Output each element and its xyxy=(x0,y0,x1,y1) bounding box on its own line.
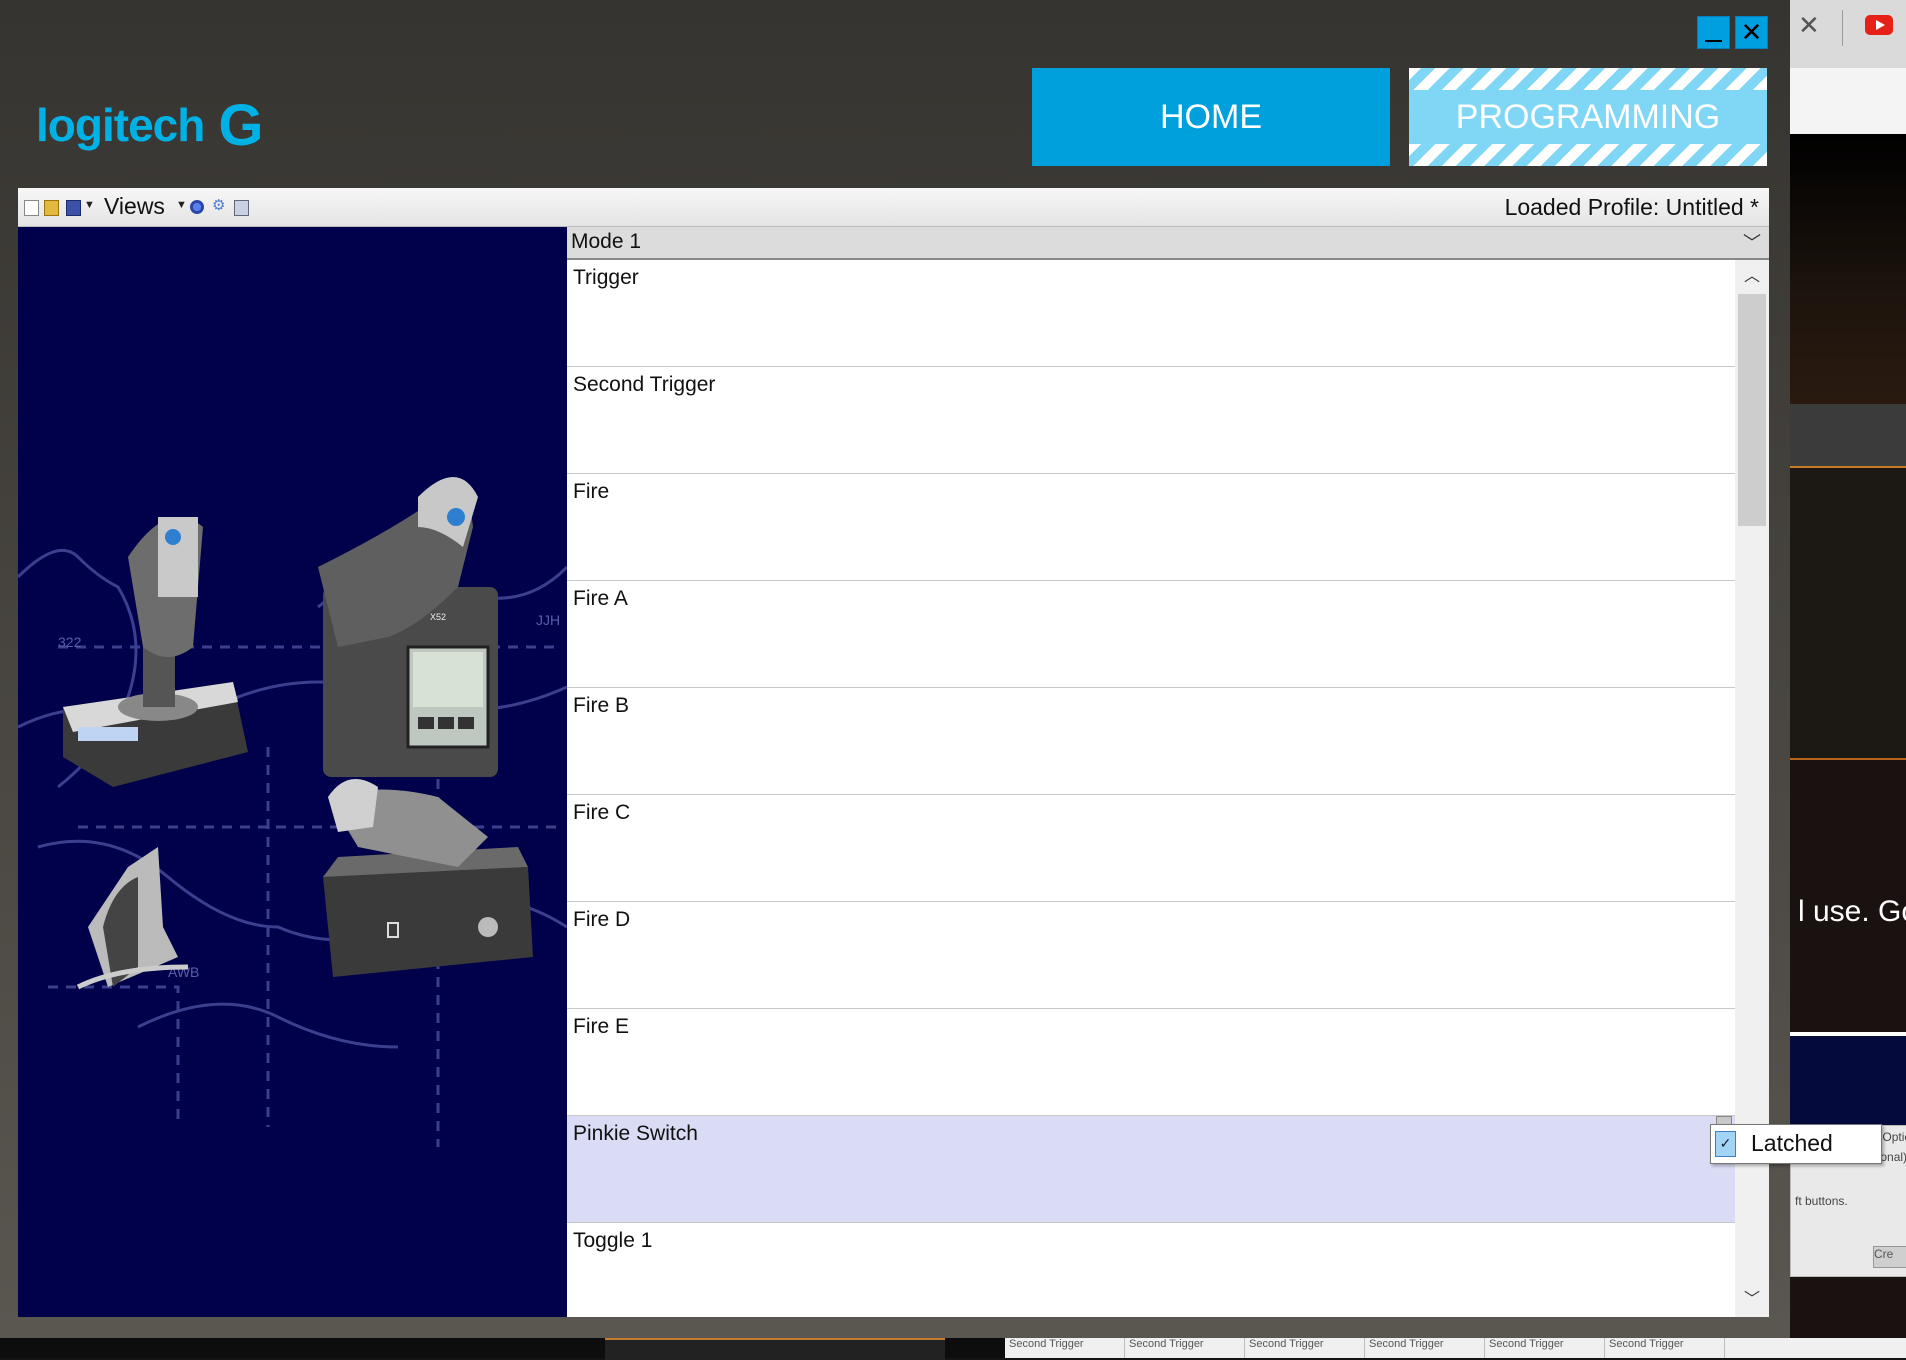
list-item-label: Fire E xyxy=(573,1015,630,1038)
list-item[interactable]: Fire D xyxy=(567,902,1735,1009)
background-grid-strip: Second Trigger Second Trigger Second Tri… xyxy=(1005,1338,1906,1358)
map-label: JJH xyxy=(536,612,560,628)
strip-cell: Second Trigger xyxy=(1005,1338,1125,1358)
tab-home-label: HOME xyxy=(1160,98,1262,136)
list-item[interactable]: Trigger xyxy=(567,260,1735,367)
loaded-profile-label: Loaded Profile: Untitled * xyxy=(1504,194,1759,220)
throttle-base-image xyxy=(323,779,533,977)
background-content xyxy=(1790,468,1906,758)
device-illustration: 322 JJH AWB X52 xyxy=(18,477,567,1147)
background-address-bar xyxy=(1790,68,1906,135)
background-create-button[interactable]: Cre xyxy=(1873,1246,1906,1268)
device-illustration-panel: 322 JJH AWB X52 xyxy=(18,227,567,1317)
background-tab-close-icon[interactable]: ✕ xyxy=(1798,10,1820,41)
views-dropdown-icon[interactable]: ▼ xyxy=(176,199,187,211)
background-text-line: ft buttons. xyxy=(1795,1194,1848,1208)
mode-dropdown[interactable]: Mode 1 ﹀ xyxy=(567,227,1769,260)
list-item-label: Second Trigger xyxy=(573,373,716,396)
list-item-label: Trigger xyxy=(573,266,639,289)
latched-checkbox[interactable]: ✓ xyxy=(1715,1131,1736,1157)
blue-gem-icon[interactable] xyxy=(190,200,204,214)
list-item-label: Fire xyxy=(573,480,610,503)
list-item-label: Fire B xyxy=(573,694,630,717)
open-profile-icon[interactable] xyxy=(44,200,59,216)
logo-wordmark: logitech xyxy=(36,99,205,151)
background-bar xyxy=(1790,404,1906,468)
rudder-stick-image xyxy=(76,847,189,990)
settings-gear-icon[interactable]: ⚙ xyxy=(212,196,225,214)
minimize-button[interactable] xyxy=(1697,16,1730,49)
background-tab-separator xyxy=(1842,10,1843,46)
print-icon[interactable] xyxy=(234,200,249,216)
scroll-thumb[interactable] xyxy=(1738,294,1766,526)
new-profile-icon[interactable] xyxy=(24,200,39,216)
chevron-up-icon[interactable]: ︿ xyxy=(1735,260,1769,294)
chevron-down-icon[interactable]: ﹀ xyxy=(1743,229,1761,255)
mode-selected-value: Mode 1 xyxy=(571,230,642,253)
strip-cell: Second Trigger xyxy=(1245,1338,1365,1358)
chevron-down-icon[interactable]: ﹀ xyxy=(1735,1283,1769,1317)
save-profile-icon[interactable] xyxy=(66,200,81,216)
strip-cell: Second Trigger xyxy=(1485,1338,1605,1358)
list-item-label: Pinkie Switch xyxy=(573,1122,698,1145)
tab-home[interactable]: HOME xyxy=(1032,68,1390,166)
logitech-app-window: ✕ logitech G HOME PROGRAMMING ▼ Views ▼ ⚙… xyxy=(0,0,1790,1338)
list-item[interactable]: Toggle 1 xyxy=(567,1223,1735,1317)
background-caption-text: l use. Go xyxy=(1798,895,1906,928)
list-item-label: Fire D xyxy=(573,908,631,931)
save-dropdown-arrow-icon[interactable]: ▼ xyxy=(84,199,95,211)
tab-programming-label: PROGRAMMING xyxy=(1455,98,1721,136)
list-item-selected[interactable]: Pinkie Switch xyxy=(567,1116,1735,1223)
strip-cell: Second Trigger xyxy=(1605,1338,1725,1358)
list-item-label: Fire C xyxy=(573,801,631,824)
list-item[interactable]: Fire xyxy=(567,474,1735,581)
list-item[interactable]: Fire A xyxy=(567,581,1735,688)
logitech-g-icon: G xyxy=(218,93,264,158)
background-divider xyxy=(1790,758,1906,760)
logitech-logo: logitech G xyxy=(36,92,263,159)
youtube-icon[interactable] xyxy=(1865,15,1893,35)
joystick-stick-image xyxy=(63,517,248,787)
close-button[interactable]: ✕ xyxy=(1735,16,1768,49)
tab-programming[interactable]: PROGRAMMING xyxy=(1409,68,1767,166)
latched-option[interactable]: ✓ Latched xyxy=(1710,1124,1882,1164)
list-item[interactable]: Fire B xyxy=(567,688,1735,795)
taskbar-item[interactable] xyxy=(605,1338,945,1360)
profile-toolbar: ▼ Views ▼ ⚙ Loaded Profile: Untitled * xyxy=(18,188,1769,227)
list-item[interactable]: Second Trigger xyxy=(567,367,1735,474)
views-menu[interactable]: Views xyxy=(104,193,165,220)
background-navy-panel xyxy=(1790,1032,1906,1126)
button-assignment-list: Trigger Second Trigger Fire Fire A Fire … xyxy=(567,260,1735,1317)
list-item[interactable]: Fire C xyxy=(567,795,1735,902)
strip-cell: Second Trigger xyxy=(1365,1338,1485,1358)
list-item-label: Toggle 1 xyxy=(573,1229,653,1252)
list-item-label: Fire A xyxy=(573,587,628,610)
throttle-with-display-image: X52 xyxy=(318,477,498,777)
map-label: 322 xyxy=(58,634,82,650)
background-video xyxy=(1790,134,1906,404)
strip-cell: Second Trigger xyxy=(1125,1338,1245,1358)
latched-label: Latched xyxy=(1751,1130,1833,1156)
list-item[interactable]: Fire E xyxy=(567,1009,1735,1116)
throttle-model-label: X52 xyxy=(430,612,446,622)
